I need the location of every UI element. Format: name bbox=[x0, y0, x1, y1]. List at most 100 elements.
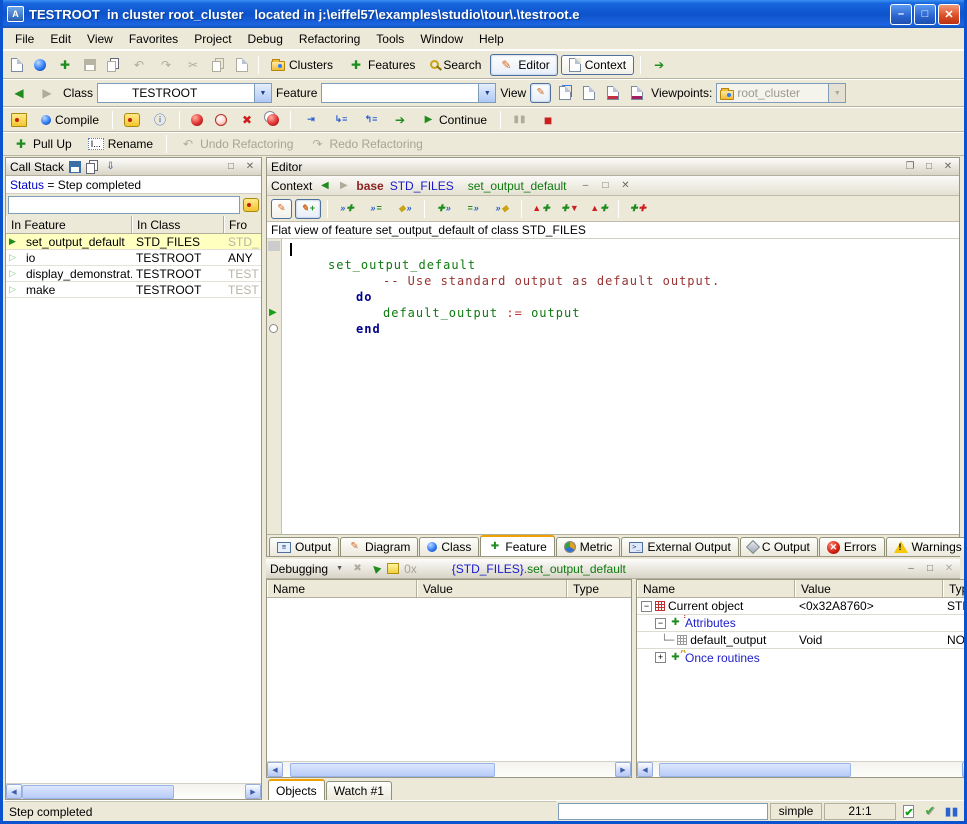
collapse-icon[interactable]: − bbox=[641, 601, 652, 612]
context-minimize-icon[interactable]: – bbox=[579, 180, 593, 191]
objects-table-body[interactable]: −Current object <0x32A8760> STD −✚!Attri… bbox=[637, 598, 967, 761]
code-editor[interactable]: set_output_default -- Use standard outpu… bbox=[282, 239, 959, 534]
context-forward-icon[interactable]: ▶ bbox=[337, 178, 350, 194]
menu-debug[interactable]: Debug bbox=[240, 29, 291, 49]
new-class-button[interactable]: ✚ bbox=[53, 55, 77, 75]
column-from[interactable]: Fro bbox=[224, 216, 261, 233]
watch-column-name[interactable]: Name bbox=[267, 580, 417, 597]
objects-column-type[interactable]: Typ bbox=[943, 580, 967, 597]
debug-context-feature[interactable]: .set_output_default bbox=[524, 562, 626, 576]
view-editor-button[interactable]: ✎ bbox=[530, 83, 551, 103]
callers-view-button[interactable]: ✚» bbox=[431, 199, 457, 219]
scroll-track[interactable] bbox=[22, 784, 245, 799]
maximize-button[interactable]: □ bbox=[914, 4, 936, 25]
feature-combobox[interactable]: ▼ bbox=[321, 83, 496, 103]
editor-close-icon[interactable]: ✕ bbox=[941, 161, 955, 172]
watch-column-type[interactable]: Type bbox=[567, 580, 631, 597]
call-stack-row[interactable]: ▶ set_output_default STD_FILES STD_ bbox=[6, 234, 261, 250]
minimize-button[interactable]: – bbox=[890, 4, 912, 25]
rename-button[interactable]: I... Rename bbox=[82, 135, 159, 153]
menu-edit[interactable]: Edit bbox=[42, 29, 79, 49]
object-tree-row[interactable]: −Current object <0x32A8760> STD bbox=[637, 598, 967, 615]
scroll-thumb[interactable] bbox=[22, 785, 174, 799]
scroll-right-icon[interactable]: ▶ bbox=[962, 762, 967, 777]
tab-external-output[interactable]: >_External Output bbox=[621, 537, 738, 556]
undo-button[interactable]: ↶ bbox=[127, 55, 151, 75]
tab-feature[interactable]: ✚Feature bbox=[480, 535, 554, 556]
object-tree-row[interactable]: └─default_output Void NON bbox=[637, 632, 967, 649]
send-expression-icon[interactable]: ◀ bbox=[365, 558, 386, 579]
menu-tools[interactable]: Tools bbox=[368, 29, 412, 49]
call-stack-maximize-icon[interactable]: □ bbox=[224, 161, 238, 172]
call-stack-header[interactable]: Call Stack ⇩ □ ✕ bbox=[6, 158, 261, 176]
column-in-feature[interactable]: In Feature bbox=[6, 216, 132, 233]
context-maximize-icon[interactable]: □ bbox=[599, 180, 613, 191]
menu-window[interactable]: Window bbox=[412, 29, 471, 49]
editor-gutter[interactable]: ▶ bbox=[267, 239, 282, 534]
context-back-icon[interactable]: ◀ bbox=[318, 178, 331, 194]
debugging-dropdown-icon[interactable]: ▼ bbox=[333, 561, 346, 577]
menu-file[interactable]: File bbox=[7, 29, 42, 49]
context-toggle-button[interactable]: Context bbox=[561, 55, 634, 75]
assignees-view-button[interactable]: =» bbox=[460, 199, 486, 219]
hex-format-label[interactable]: 0x bbox=[404, 562, 417, 576]
save-button[interactable] bbox=[80, 57, 100, 73]
call-stack-row[interactable]: ▷ display_demonstrat... TESTROOT TEST bbox=[6, 266, 261, 282]
descendants-button[interactable]: ✚▼ bbox=[557, 199, 583, 219]
syntax-check-icon[interactable] bbox=[898, 803, 918, 820]
editor-header[interactable]: Editor ❐ □ ✕ bbox=[267, 158, 959, 176]
attach-call-stack-icon[interactable]: ⇩ bbox=[104, 159, 117, 175]
expression-note-icon[interactable] bbox=[387, 563, 399, 574]
compile-status-icon[interactable]: ✔ bbox=[920, 803, 940, 820]
tab-diagram[interactable]: ✎Diagram bbox=[340, 537, 418, 556]
new-window-button[interactable] bbox=[7, 56, 27, 74]
tab-errors[interactable]: ✕Errors bbox=[819, 537, 885, 556]
cut-button[interactable]: ✂ bbox=[181, 55, 205, 75]
debugger-state-icon[interactable]: ▮▮ bbox=[942, 803, 962, 820]
feature-dropdown-icon[interactable]: ▼ bbox=[478, 84, 495, 102]
assigners-view-button[interactable]: »= bbox=[363, 199, 389, 219]
suppliers-button[interactable]: ✚✚ bbox=[625, 199, 651, 219]
step-out-button[interactable]: ↰≡ bbox=[358, 110, 384, 130]
scroll-thumb[interactable] bbox=[659, 763, 850, 777]
tab-watch-1[interactable]: Watch #1 bbox=[326, 781, 392, 800]
tab-class[interactable]: Class bbox=[419, 537, 479, 556]
feature-input[interactable] bbox=[322, 86, 478, 100]
open-button[interactable] bbox=[30, 57, 50, 73]
debugging-maximize-icon[interactable]: □ bbox=[923, 563, 937, 574]
call-stack-row[interactable]: ▷ make TESTROOT TEST bbox=[6, 282, 261, 298]
debugging-close-icon[interactable]: ✕ bbox=[942, 563, 956, 574]
call-stack-row[interactable]: ▷ io TESTROOT ANY bbox=[6, 250, 261, 266]
paste-button[interactable] bbox=[232, 56, 252, 74]
view-clickable-button[interactable] bbox=[555, 84, 575, 102]
copy-call-stack-icon[interactable] bbox=[86, 163, 95, 174]
objects-column-name[interactable]: Name bbox=[637, 580, 795, 597]
view-interface-button[interactable] bbox=[627, 84, 647, 102]
editor-toggle-button[interactable]: ✎ Editor bbox=[490, 54, 557, 76]
context-close-icon[interactable]: ✕ bbox=[619, 180, 633, 191]
ancestors-button[interactable]: ▲✚ bbox=[528, 199, 554, 219]
scroll-left-icon[interactable]: ◀ bbox=[637, 762, 653, 777]
debug-context-class[interactable]: {STD_FILES} bbox=[452, 562, 524, 576]
debugging-header[interactable]: Debugging ▼ ✖ ◀ 0x {STD_FILES}.set_outpu… bbox=[266, 559, 960, 579]
melt-button[interactable] bbox=[7, 111, 31, 129]
viewpoints-combobox[interactable]: ▼ bbox=[716, 83, 846, 103]
menu-help[interactable]: Help bbox=[471, 29, 512, 49]
call-stack-filter-input[interactable] bbox=[8, 196, 240, 214]
expand-icon[interactable]: + bbox=[655, 652, 666, 663]
tab-warnings[interactable]: Warnings bbox=[886, 537, 967, 556]
scroll-thumb[interactable] bbox=[290, 763, 496, 777]
redo-refactoring-button[interactable]: ↷ Redo Refactoring bbox=[303, 134, 428, 154]
menu-project[interactable]: Project bbox=[186, 29, 239, 49]
tab-metric[interactable]: Metric bbox=[556, 537, 621, 556]
disable-breakpoints-button[interactable] bbox=[211, 112, 231, 128]
breakpoints-tool-button[interactable] bbox=[263, 112, 283, 128]
remove-breakpoints-button[interactable]: ✖ bbox=[235, 110, 259, 130]
save-call-stack-icon[interactable] bbox=[69, 161, 81, 173]
objects-column-value[interactable]: Value bbox=[795, 580, 943, 597]
editor-restore-icon[interactable]: ❐ bbox=[903, 161, 917, 172]
clickable-view-button[interactable]: ✎+ bbox=[295, 199, 321, 219]
external-editor-button[interactable]: ➔ bbox=[647, 55, 671, 75]
watch-table-body[interactable] bbox=[267, 598, 631, 761]
undo-refactoring-button[interactable]: ↶ Undo Refactoring bbox=[174, 134, 299, 154]
